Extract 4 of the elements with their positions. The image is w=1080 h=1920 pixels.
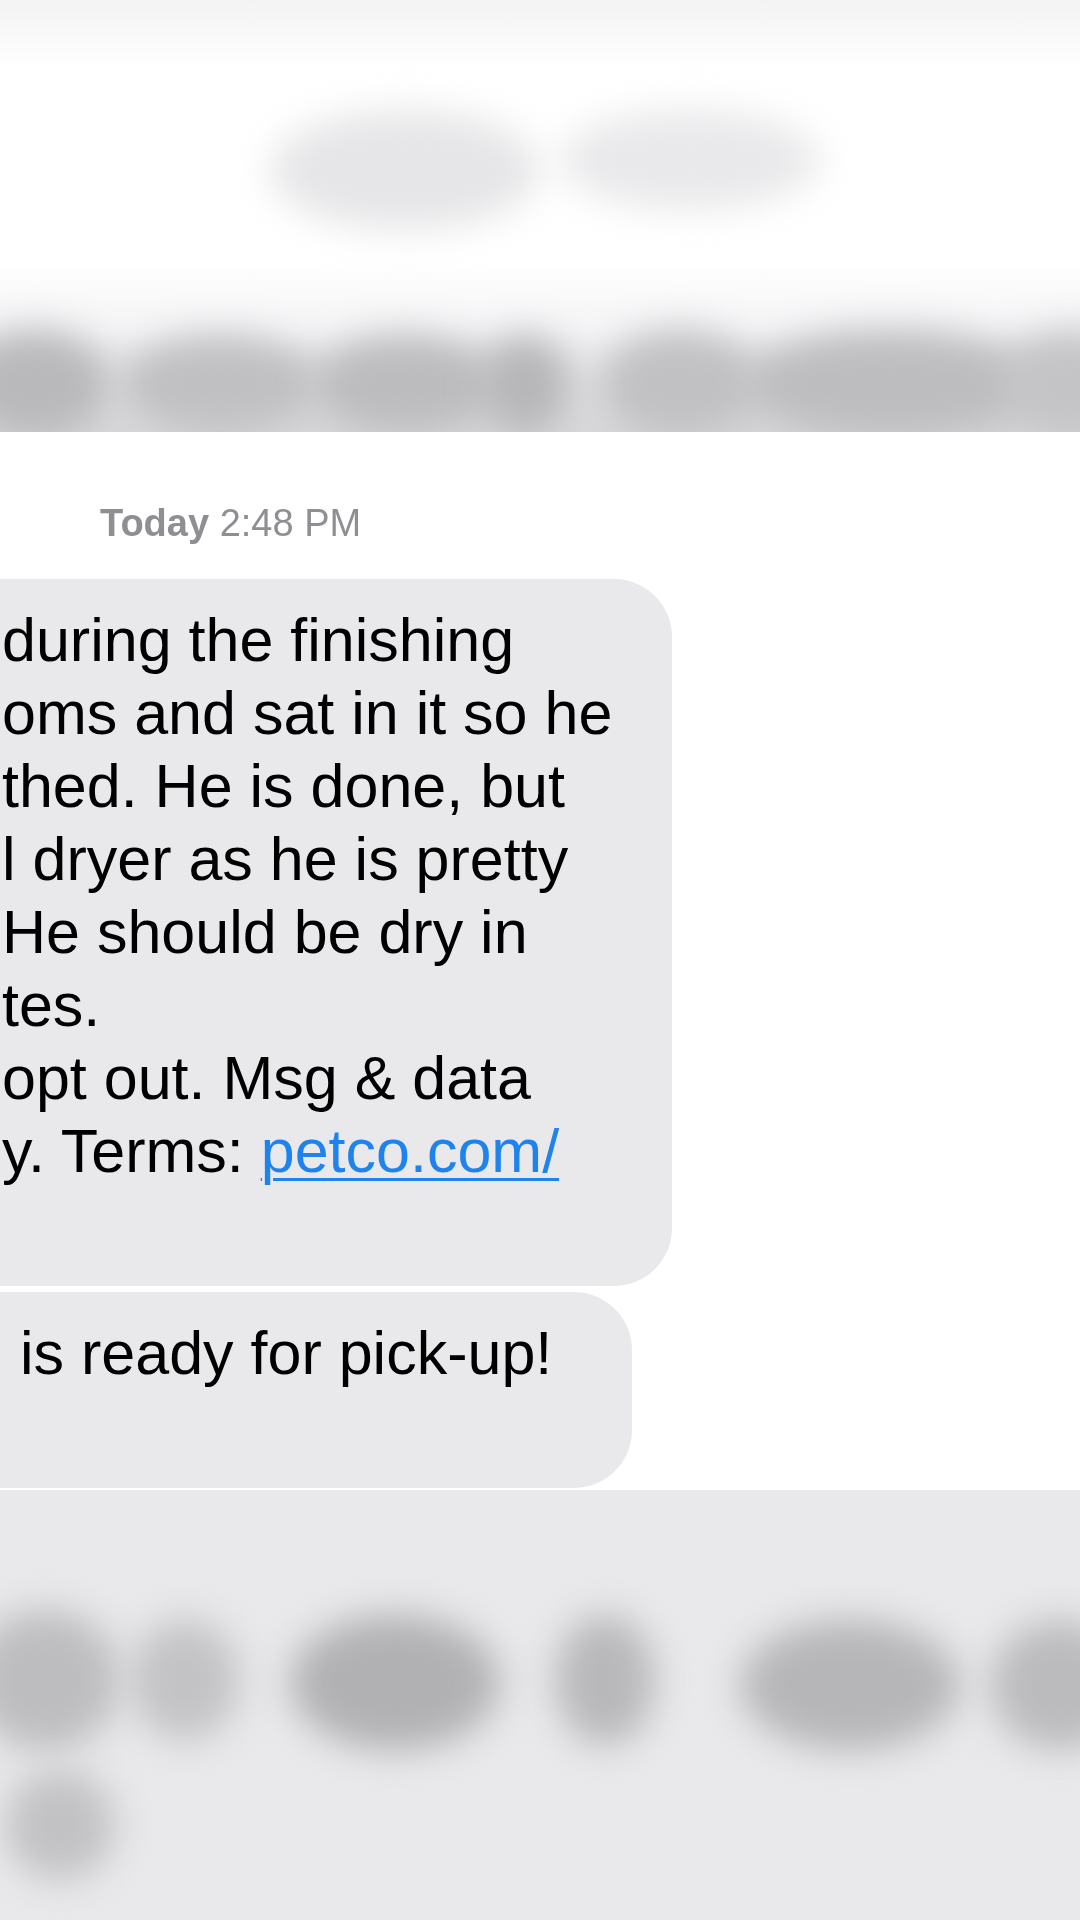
link[interactable]: petco.com/ <box>260 1117 560 1185</box>
message-text: during the finishing oms and sat in it so he thed. He is done, but l dryer as he is pretty He should be dry in tes. opt out. Msg & data y. Terms: petco.com/ <box>2 605 613 1187</box>
timestamp: Today 2:48 PM <box>100 501 362 546</box>
message-text: is ready for pick-up! <box>20 1318 553 1389</box>
